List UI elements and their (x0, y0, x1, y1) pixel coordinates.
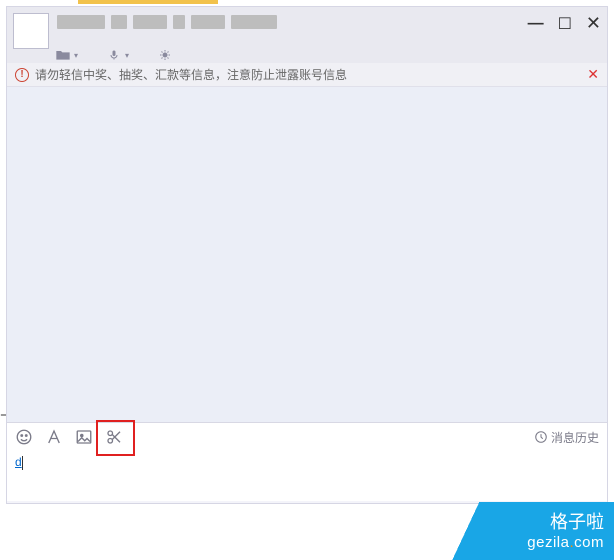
mic-menu[interactable]: ▾ (106, 49, 129, 61)
warning-text: 请勿轻信中奖、抽奖、汇款等信息，注意防止泄露账号信息 (35, 66, 347, 83)
minimize-button[interactable]: — (528, 15, 544, 33)
watermark-cn: 格子啦 (444, 508, 604, 534)
watermark: 格子啦 gezila.com (444, 502, 614, 560)
folder-menu[interactable]: ▾ (55, 49, 78, 61)
message-history-button[interactable]: 消息历史 (534, 429, 599, 446)
window-title (57, 15, 277, 29)
maximize-button[interactable]: ☐ (558, 14, 572, 34)
emoji-button[interactable] (13, 426, 35, 448)
chat-window: ▾ ▾ — ☐ ✕ ! 请勿轻信中奖、抽奖、汇款等信息，注意防止泄露账号信息 ✕ (6, 6, 608, 504)
avatar[interactable] (13, 13, 49, 49)
input-toolbar: 消息历史 (7, 423, 607, 451)
warning-icon: ! (15, 68, 29, 82)
input-link-fragment: d (15, 455, 22, 469)
message-input[interactable]: d (7, 451, 607, 501)
header-sub-toolbar: ▾ ▾ (55, 49, 173, 61)
warning-bar: ! 请勿轻信中奖、抽奖、汇款等信息，注意防止泄露账号信息 ✕ (7, 63, 607, 87)
watermark-en: gezila.com (444, 534, 604, 551)
sun-icon[interactable] (157, 49, 173, 61)
chat-message-area (7, 87, 607, 423)
history-label: 消息历史 (551, 429, 599, 446)
font-button[interactable] (43, 426, 65, 448)
image-button[interactable] (73, 426, 95, 448)
window-header: ▾ ▾ — ☐ ✕ (7, 7, 607, 63)
screenshot-button[interactable] (103, 426, 125, 448)
window-controls: — ☐ ✕ (528, 13, 601, 34)
warning-close-icon[interactable]: ✕ (587, 66, 599, 83)
close-button[interactable]: ✕ (586, 13, 601, 34)
